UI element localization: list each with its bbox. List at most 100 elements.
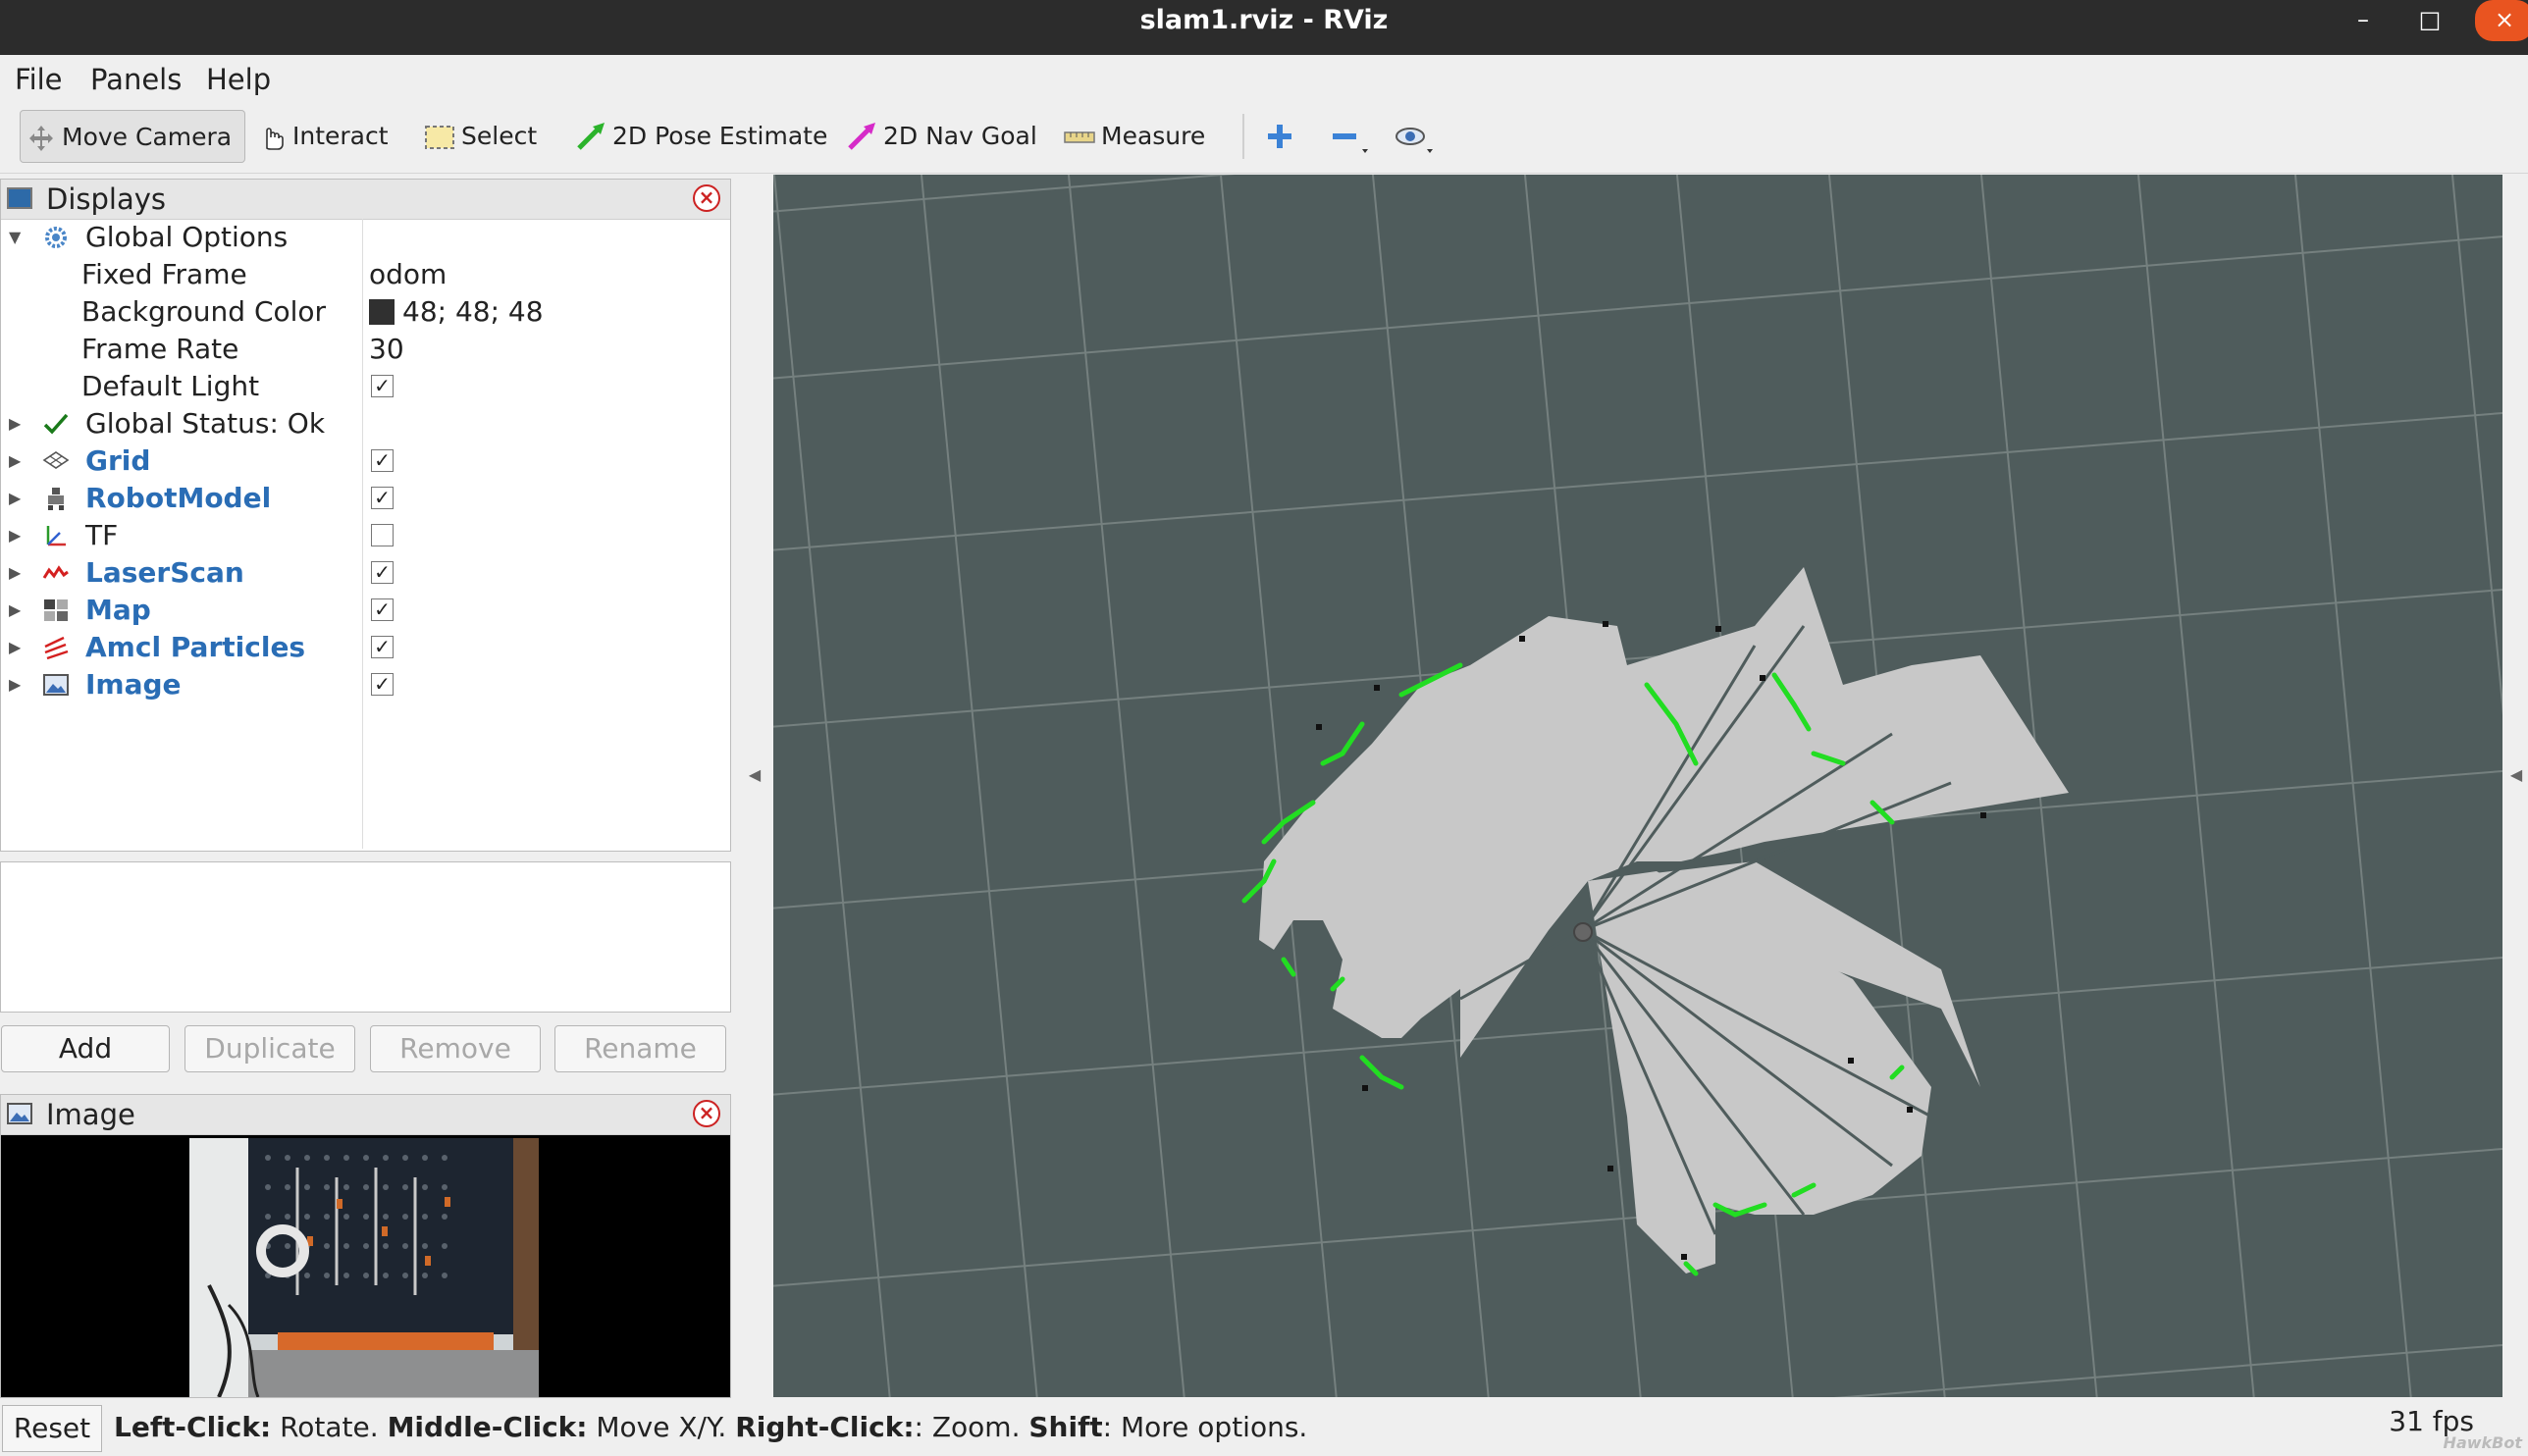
fixed-frame-value[interactable]: odom xyxy=(369,256,447,293)
tree-row-map[interactable]: ▶ Map ✓ xyxy=(1,592,730,629)
tf-axes-icon xyxy=(46,526,66,546)
image-checkbox[interactable]: ✓ xyxy=(371,673,394,696)
displays-panel: Displays × ▼ Global Options Fixed Frame … xyxy=(0,179,731,852)
image-panel-header: Image × xyxy=(1,1095,730,1135)
particles-icon xyxy=(44,636,69,660)
display-label-robotmodel: RobotModel xyxy=(85,482,272,514)
collapsed-arrow-icon[interactable]: ▶ xyxy=(9,592,21,629)
nav-goal-label: 2D Nav Goal xyxy=(883,122,1037,150)
display-label-amcl-particles: Amcl Particles xyxy=(85,631,306,663)
magenta-arrow-icon xyxy=(848,123,875,150)
select-tool[interactable]: Select xyxy=(424,110,537,163)
move-camera-tool[interactable]: Move Camera xyxy=(20,110,245,163)
tree-row-image[interactable]: ▶ Image ✓ xyxy=(1,666,730,703)
color-swatch[interactable] xyxy=(369,299,395,325)
measure-tool[interactable]: Measure xyxy=(1064,110,1205,163)
pose-estimate-label: 2D Pose Estimate xyxy=(612,122,828,150)
pose-estimate-tool[interactable]: 2D Pose Estimate xyxy=(575,110,827,163)
duplicate-display-button[interactable]: Duplicate xyxy=(184,1025,355,1072)
background-color-label: Background Color xyxy=(81,295,327,328)
hint-right-click-key: Right-Click: xyxy=(735,1411,915,1443)
interact-tool[interactable]: Interact xyxy=(257,110,389,163)
window-titlebar: slam1.rviz - RViz – □ × xyxy=(0,0,2528,55)
close-panel-icon[interactable]: × xyxy=(693,1100,720,1127)
tree-row-amcl-particles[interactable]: ▶ Amcl Particles ✓ xyxy=(1,629,730,666)
eye-icon xyxy=(1396,128,1433,153)
collapsed-arrow-icon[interactable]: ▶ xyxy=(9,629,21,666)
hint-left-click-action: Rotate. xyxy=(271,1411,388,1443)
move-camera-label: Move Camera xyxy=(62,123,233,151)
left-dock-collapse-handle[interactable]: ◀ xyxy=(741,765,768,805)
display-label-image: Image xyxy=(85,668,182,701)
close-panel-icon[interactable]: × xyxy=(693,184,720,212)
checkmark-icon xyxy=(43,413,69,435)
menu-bar: File Panels Help xyxy=(0,55,2528,100)
remove-display-button[interactable]: Remove xyxy=(370,1025,541,1072)
right-dock-collapse-handle[interactable]: ◀ xyxy=(2504,765,2528,805)
rename-display-button[interactable]: Rename xyxy=(554,1025,726,1072)
maximize-button[interactable]: □ xyxy=(2400,0,2459,41)
render-viewport-3d[interactable] xyxy=(773,175,2502,1397)
tree-row-tf[interactable]: ▶ TF xyxy=(1,517,730,554)
image-icon xyxy=(7,1103,32,1124)
displays-title: Displays xyxy=(46,182,167,216)
robotmodel-checkbox[interactable]: ✓ xyxy=(371,487,394,509)
collapsed-arrow-icon[interactable]: ▶ xyxy=(9,480,21,517)
amcl-particles-checkbox[interactable]: ✓ xyxy=(371,636,394,658)
watermark: HawkBot xyxy=(2443,1433,2522,1452)
menu-file[interactable]: File xyxy=(15,63,63,96)
hint-left-click-key: Left-Click: xyxy=(114,1411,272,1443)
property-description-box xyxy=(0,861,731,1013)
background-color-value[interactable]: 48; 48; 48 xyxy=(369,293,544,331)
toolbar: Move Camera Interact Select 2D Pose Esti… xyxy=(0,100,2528,174)
add-display-button[interactable]: Add xyxy=(1,1025,170,1072)
expanded-arrow-icon[interactable]: ▼ xyxy=(9,219,21,256)
panels-visibility-button[interactable] xyxy=(1394,110,1437,163)
collapsed-arrow-icon[interactable]: ▶ xyxy=(9,666,21,703)
remove-tool-button[interactable] xyxy=(1329,110,1372,163)
reset-view-button[interactable]: Reset xyxy=(2,1405,102,1452)
tree-row-global-options[interactable]: ▼ Global Options xyxy=(1,219,730,256)
collapsed-arrow-icon[interactable]: ▶ xyxy=(9,405,21,442)
tree-row-frame-rate[interactable]: Frame Rate 30 xyxy=(1,331,730,368)
tree-row-global-status[interactable]: ▶ Global Status: Ok xyxy=(1,405,730,442)
measure-label: Measure xyxy=(1101,122,1206,150)
menu-panels[interactable]: Panels xyxy=(90,63,182,96)
display-label-tf: TF xyxy=(85,519,119,551)
mouse-hint-text: Left-Click: Rotate. Middle-Click: Move X… xyxy=(114,1411,1307,1443)
global-status-label: Global Status: Ok xyxy=(85,407,326,440)
tree-row-robotmodel[interactable]: ▶ RobotModel ✓ xyxy=(1,480,730,517)
toolbar-separator xyxy=(1242,114,1244,159)
select-label: Select xyxy=(461,122,538,150)
collapsed-arrow-icon[interactable]: ▶ xyxy=(9,554,21,592)
frame-rate-label: Frame Rate xyxy=(81,333,239,365)
collapsed-arrow-icon[interactable]: ▶ xyxy=(9,517,21,554)
global-options-label: Global Options xyxy=(85,221,289,253)
tree-row-laserscan[interactable]: ▶ LaserScan ✓ xyxy=(1,554,730,592)
grid-checkbox[interactable]: ✓ xyxy=(371,449,394,472)
menu-help[interactable]: Help xyxy=(206,63,271,96)
tree-row-fixed-frame[interactable]: Fixed Frame odom xyxy=(1,256,730,293)
close-window-button[interactable]: × xyxy=(2475,0,2528,41)
add-tool-button[interactable] xyxy=(1264,110,1295,163)
map-checkbox[interactable]: ✓ xyxy=(371,598,394,621)
grid-icon xyxy=(42,451,70,469)
hand-pointer-icon xyxy=(266,128,284,150)
map-scene[interactable] xyxy=(773,175,2502,1397)
background-color-text: 48; 48; 48 xyxy=(402,295,544,328)
nav-goal-tool[interactable]: 2D Nav Goal xyxy=(846,110,1037,163)
interact-label: Interact xyxy=(292,122,389,150)
tree-row-grid[interactable]: ▶ Grid ✓ xyxy=(1,442,730,480)
tf-checkbox[interactable] xyxy=(371,524,394,546)
collapsed-arrow-icon[interactable]: ▶ xyxy=(9,442,21,480)
hint-shift-key: Shift xyxy=(1028,1411,1103,1443)
frame-rate-value[interactable]: 30 xyxy=(369,331,404,368)
tree-row-background-color[interactable]: Background Color 48; 48; 48 xyxy=(1,293,730,331)
minus-icon xyxy=(1333,133,1368,153)
laserscan-checkbox[interactable]: ✓ xyxy=(371,561,394,584)
map-grid-icon xyxy=(44,599,68,621)
tree-row-default-light[interactable]: Default Light ✓ xyxy=(1,368,730,405)
default-light-checkbox[interactable]: ✓ xyxy=(371,375,394,397)
minimize-button[interactable]: – xyxy=(2334,0,2393,41)
display-label-grid: Grid xyxy=(85,444,151,477)
